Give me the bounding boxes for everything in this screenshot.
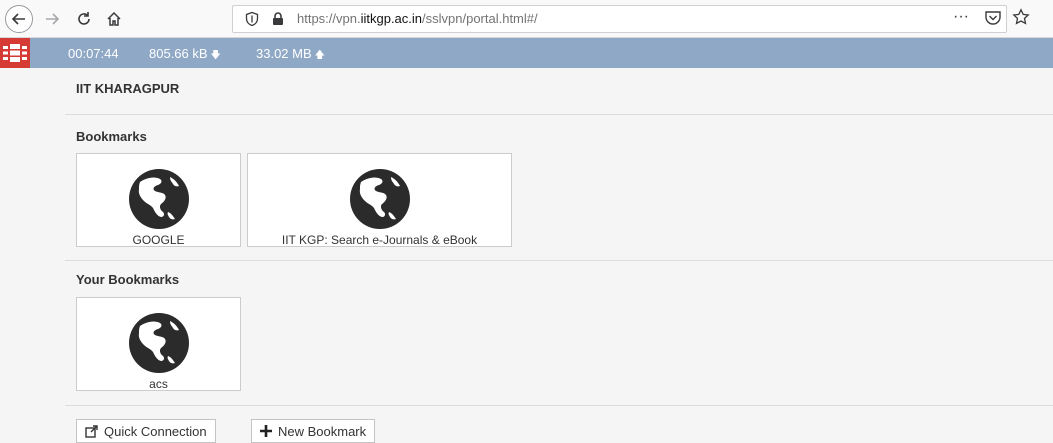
bookmark-label: acs <box>149 377 168 391</box>
organization-name: IIT KHARAGPUR <box>76 81 180 96</box>
new-bookmark-button[interactable]: New Bookmark <box>251 419 376 443</box>
divider <box>65 114 1053 115</box>
bookmark-label: GOOGLE <box>132 233 185 247</box>
external-link-icon <box>85 424 98 438</box>
browser-toolbar: https://vpn.iitkgp.ac.in/sslvpn/portal.h… <box>0 0 1053 38</box>
bookmark-tile-eresources[interactable]: IIT KGP: Search e-Journals & eBook <box>247 153 512 247</box>
fortinet-logo-icon <box>3 44 27 62</box>
pocket-icon[interactable] <box>984 9 1002 27</box>
downloaded-value: 805.66 kB <box>149 46 208 61</box>
divider <box>65 405 1053 406</box>
fortinet-logo <box>0 38 30 68</box>
bookmark-tile-acs[interactable]: acs <box>76 297 241 391</box>
session-time: 00:07:44 <box>68 46 119 61</box>
address-bar[interactable]: https://vpn.iitkgp.ac.in/sslvpn/portal.h… <box>232 5 1007 33</box>
arrow-right-icon <box>46 13 60 25</box>
bookmark-label: IIT KGP: Search e-Journals & eBook <box>281 233 478 247</box>
plus-icon <box>260 425 272 437</box>
bookmarks-heading: Bookmarks <box>76 129 147 144</box>
uploaded-value: 33.02 MB <box>256 46 312 61</box>
url-prefix: https://vpn. <box>297 11 361 26</box>
url-path: /sslvpn/portal.html#/ <box>422 11 538 26</box>
uploaded-stat: 33.02 MB 🡅 <box>256 46 325 65</box>
bookmark-star-icon[interactable] <box>1012 8 1030 26</box>
page-actions-button[interactable]: ··· <box>953 5 969 29</box>
globe-icon <box>129 169 189 229</box>
back-button[interactable] <box>5 5 33 33</box>
vpn-status-bar: 00:07:44 805.66 kB 🡇 33.02 MB 🡅 <box>0 38 1053 68</box>
url-domain: iitkgp.ac.in <box>360 11 423 26</box>
downloaded-stat: 805.66 kB 🡇 <box>149 46 221 65</box>
arrow-left-icon <box>11 13 25 25</box>
globe-icon <box>350 169 410 229</box>
quick-connection-label: Quick Connection <box>104 423 207 439</box>
reload-button[interactable] <box>70 5 98 33</box>
url-text[interactable]: https://vpn.iitkgp.ac.in/sslvpn/portal.h… <box>297 11 538 26</box>
tracking-protection-icon[interactable] <box>244 11 260 27</box>
reload-icon <box>78 12 90 25</box>
lock-icon[interactable] <box>270 11 286 27</box>
home-button[interactable] <box>100 5 128 33</box>
new-bookmark-label: New Bookmark <box>278 423 367 439</box>
globe-icon <box>129 313 189 373</box>
home-icon <box>107 11 121 26</box>
arrow-down-icon: 🡇 <box>210 50 221 61</box>
quick-connection-button[interactable]: Quick Connection <box>76 419 216 443</box>
divider <box>65 260 1053 261</box>
your-bookmarks-heading: Your Bookmarks <box>76 272 180 287</box>
bookmark-tile-google[interactable]: GOOGLE <box>76 153 241 247</box>
arrow-up-icon: 🡅 <box>314 50 325 61</box>
forward-button[interactable] <box>38 5 66 33</box>
